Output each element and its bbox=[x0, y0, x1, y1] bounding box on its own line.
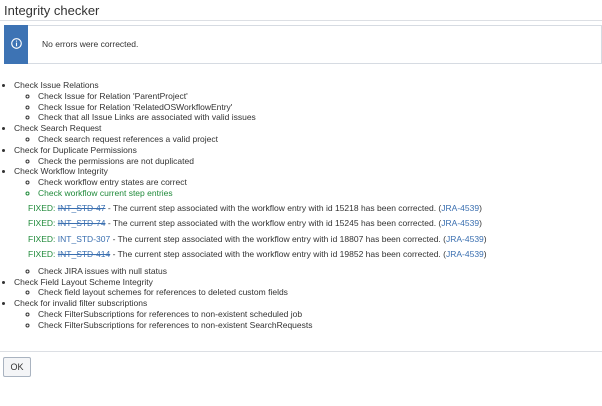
check-item-selected[interactable]: Check workflow current step entries bbox=[38, 188, 602, 199]
check-field-layout-scheme[interactable]: Check Field Layout Scheme Integrity Chec… bbox=[14, 277, 602, 299]
fixed-message: - The current step associated with the w… bbox=[105, 218, 442, 229]
check-label: Check Field Layout Scheme Integrity bbox=[14, 276, 153, 287]
dialog-title: Integrity checker bbox=[4, 3, 100, 18]
jira-reference-link[interactable]: JRA-4539 bbox=[441, 203, 479, 213]
fixed-message: - The current step associated with the w… bbox=[110, 233, 446, 244]
fixed-message: - The current step associated with the w… bbox=[110, 249, 446, 260]
fixed-label: FIXED: bbox=[28, 233, 56, 244]
check-item[interactable]: Check that all Issue Links are associate… bbox=[38, 112, 602, 123]
fixed-result-line: FIXED: INT_STD-307 - The current step as… bbox=[28, 232, 602, 248]
check-label: Check for Duplicate Permissions bbox=[14, 144, 137, 155]
fixed-label: FIXED: bbox=[28, 249, 56, 260]
fixed-label: FIXED: bbox=[28, 202, 56, 213]
check-item[interactable]: Check JIRA issues with null status bbox=[38, 266, 602, 277]
jira-reference-link[interactable]: JRA-4539 bbox=[446, 249, 484, 259]
check-label: Check Search Request bbox=[14, 123, 102, 134]
issue-link[interactable]: INT_STD-47 bbox=[58, 203, 106, 213]
check-item[interactable]: Check the permissions are not duplicated bbox=[38, 156, 602, 167]
fixed-result-line: FIXED: INT_STD-414 - The current step as… bbox=[28, 247, 602, 263]
check-item[interactable]: Check FilterSubscriptions for references… bbox=[38, 309, 602, 320]
check-filter-subscriptions[interactable]: Check for invalid filter subscriptions C… bbox=[14, 298, 602, 330]
fixed-result-line: FIXED: INT_STD-47 - The current step ass… bbox=[28, 201, 602, 217]
issue-link[interactable]: INT_STD-414 bbox=[58, 249, 110, 259]
issue-link[interactable]: INT_STD-74 bbox=[58, 218, 106, 228]
check-item[interactable]: Check FilterSubscriptions for references… bbox=[38, 320, 602, 331]
check-label: Check Issue Relations bbox=[14, 80, 99, 90]
notice-accent-bar bbox=[4, 25, 28, 64]
check-item[interactable]: Check workflow entry states are correct bbox=[38, 177, 602, 188]
check-issue-relations[interactable]: Check Issue Relations Check Issue for Re… bbox=[14, 80, 602, 123]
fixed-result-line: FIXED: INT_STD-74 - The current step ass… bbox=[28, 216, 602, 232]
close-paren: ) bbox=[479, 202, 482, 213]
check-item[interactable]: Check Issue for Relation 'RelatedOSWorkf… bbox=[38, 102, 602, 113]
check-label: Check Workflow Integrity bbox=[14, 166, 108, 177]
check-search-request[interactable]: Check Search Request Check search reques… bbox=[14, 123, 602, 145]
title-divider bbox=[0, 20, 602, 21]
check-label: Check for invalid filter subscriptions bbox=[14, 298, 148, 309]
fixed-results: FIXED: INT_STD-47 - The current step ass… bbox=[14, 201, 602, 263]
check-workflow-integrity[interactable]: Check Workflow Integrity Check workflow … bbox=[14, 166, 602, 276]
check-list: Check Issue Relations Check Issue for Re… bbox=[0, 80, 602, 331]
close-paren: ) bbox=[479, 218, 482, 229]
check-item[interactable]: Check field layout schemes for reference… bbox=[38, 287, 602, 298]
jira-reference-link[interactable]: JRA-4539 bbox=[441, 218, 479, 228]
check-item[interactable]: Check search request references a valid … bbox=[38, 134, 602, 145]
close-paren: ) bbox=[483, 249, 487, 260]
info-icon bbox=[11, 38, 22, 49]
check-item[interactable]: Check Issue for Relation 'ParentProject' bbox=[38, 91, 602, 102]
issue-link[interactable]: INT_STD-307 bbox=[58, 234, 110, 244]
jira-reference-link[interactable]: JRA-4539 bbox=[446, 234, 484, 244]
close-paren: ) bbox=[483, 233, 487, 244]
fixed-label: FIXED: bbox=[28, 218, 56, 229]
notice-message: No errors were corrected. bbox=[42, 39, 139, 49]
fixed-message: - The current step associated with the w… bbox=[105, 202, 442, 213]
ok-button[interactable]: OK bbox=[3, 357, 31, 377]
check-duplicate-permissions[interactable]: Check for Duplicate Permissions Check th… bbox=[14, 145, 602, 167]
footer-divider bbox=[0, 351, 602, 352]
info-notice: No errors were corrected. bbox=[4, 25, 602, 64]
